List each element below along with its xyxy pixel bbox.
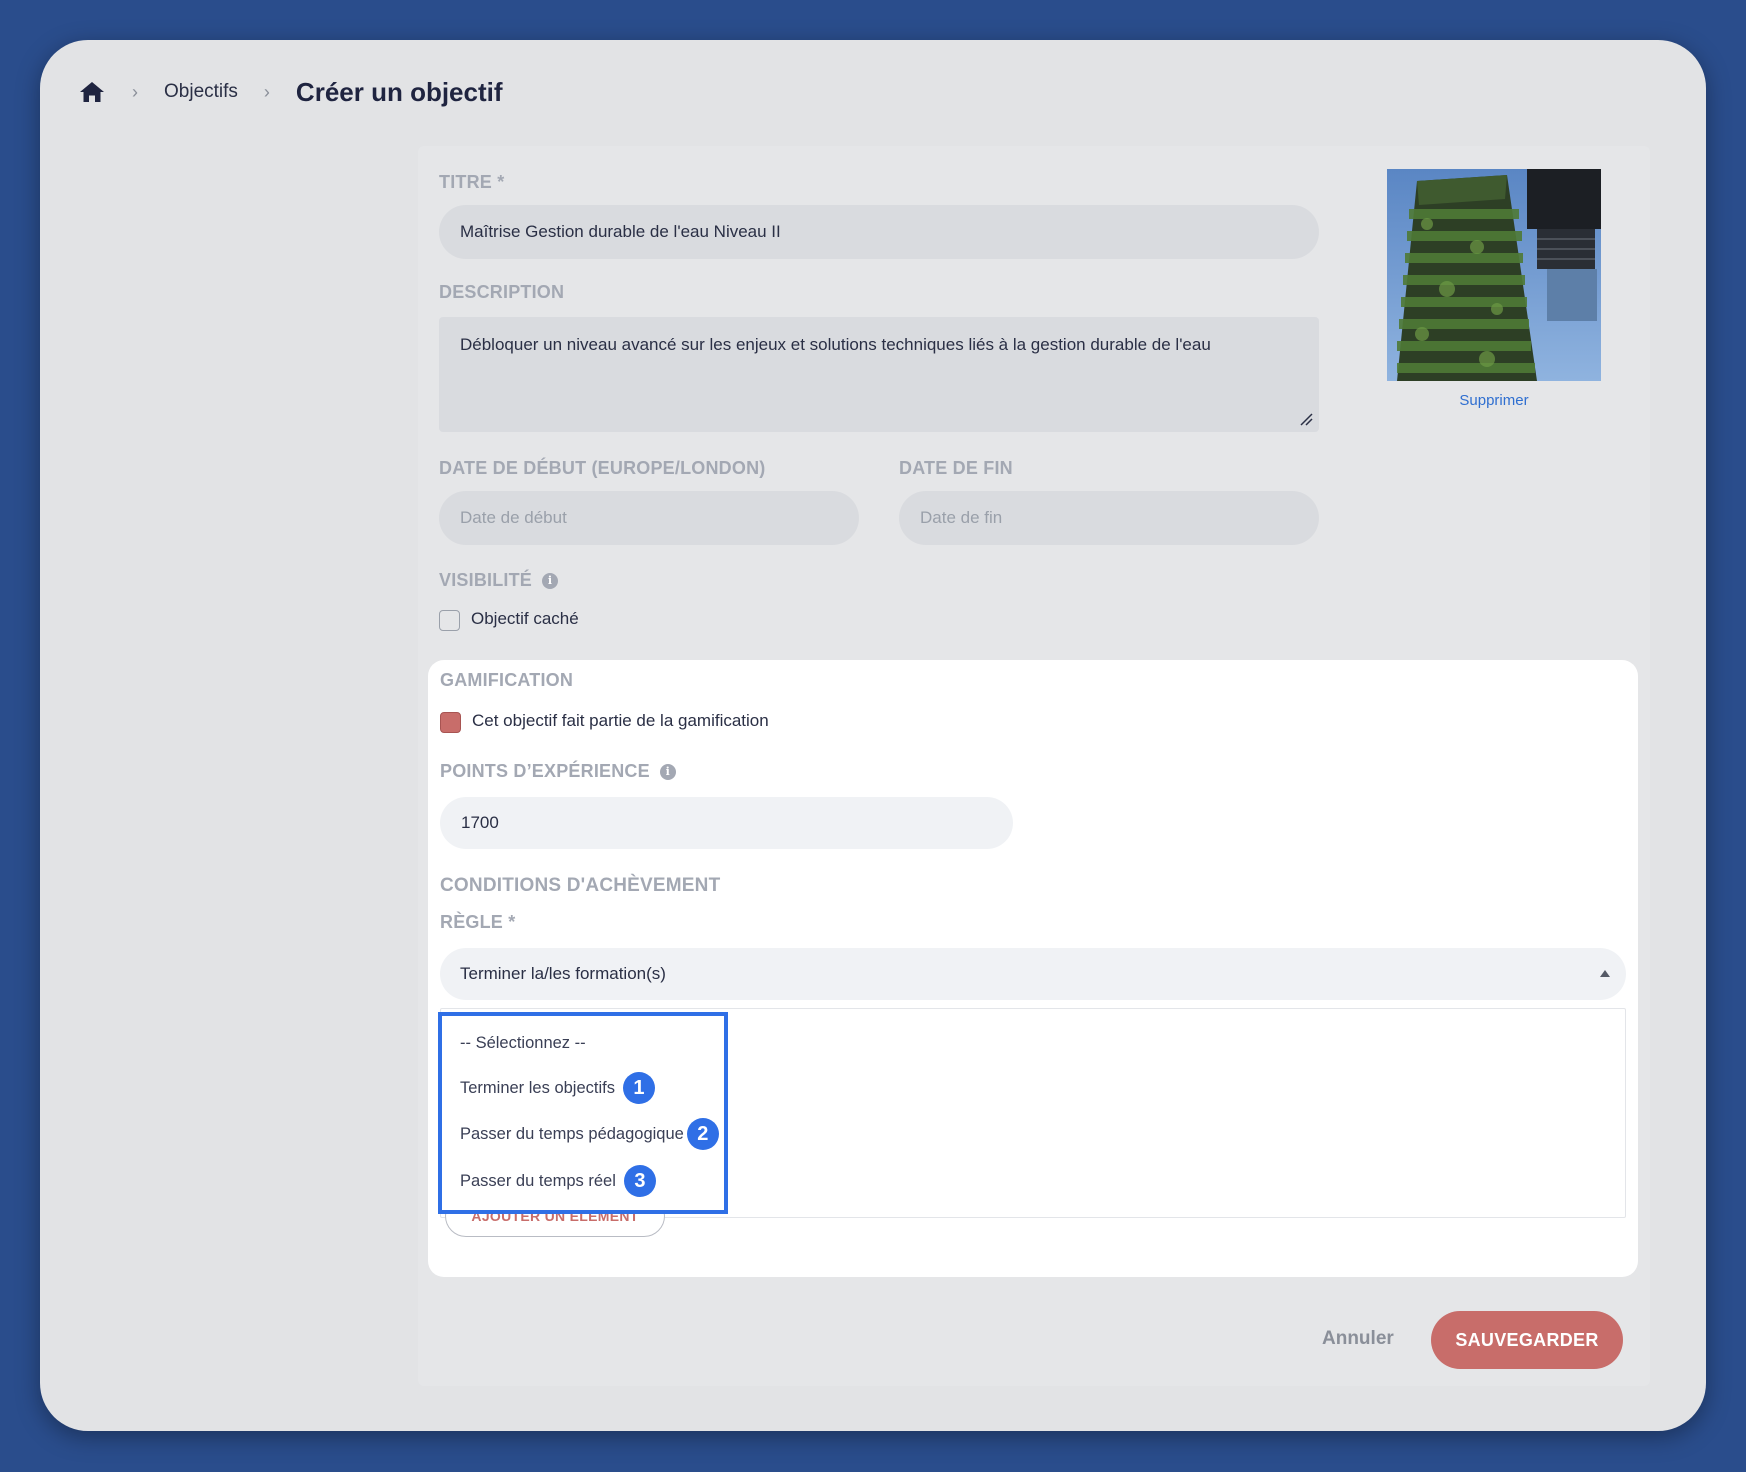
home-icon[interactable] bbox=[78, 78, 106, 106]
xp-label: POINTS D’EXPÉRIENCE i bbox=[440, 761, 676, 782]
option-temps-pedagogique[interactable]: Passer du temps pédagogique 2 bbox=[460, 1118, 719, 1150]
step-badge: 1 bbox=[622, 1072, 655, 1104]
hidden-objective-label: Objectif caché bbox=[471, 609, 579, 628]
end-date-label: DATE DE FIN bbox=[899, 458, 1013, 478]
start-date-input[interactable]: Date de début bbox=[439, 491, 859, 545]
info-icon[interactable]: i bbox=[659, 763, 676, 780]
description-text: Débloquer un niveau avancé sur les enjeu… bbox=[460, 335, 1211, 354]
cancel-button[interactable]: Annuler bbox=[1322, 1328, 1394, 1350]
resize-handle-icon[interactable] bbox=[1299, 412, 1313, 426]
delete-image-link[interactable]: Supprimer bbox=[1387, 392, 1601, 409]
rule-select[interactable]: Terminer la/les formation(s) bbox=[440, 948, 1626, 1000]
end-date-input[interactable]: Date de fin bbox=[899, 491, 1319, 545]
gamification-label: GAMIFICATION bbox=[440, 670, 574, 690]
breadcrumb-objectifs-link[interactable]: Objectifs bbox=[164, 81, 238, 103]
title-input[interactable]: Maîtrise Gestion durable de l'eau Niveau… bbox=[439, 205, 1319, 259]
visibility-label-text: VISIBILITÉ bbox=[439, 570, 533, 590]
hidden-objective-checkbox[interactable] bbox=[439, 610, 460, 631]
step-badge: 2 bbox=[686, 1118, 719, 1150]
conditions-label: CONDITIONS D'ACHÈVEMENT bbox=[440, 875, 721, 896]
option-terminer-objectifs[interactable]: Terminer les objectifs 1 bbox=[460, 1072, 655, 1104]
option-label: Passer du temps pédagogique bbox=[460, 1124, 684, 1143]
info-icon[interactable]: i bbox=[542, 572, 559, 589]
description-label: DESCRIPTION bbox=[439, 282, 565, 302]
rule-label: RÈGLE * bbox=[440, 912, 516, 932]
option-label: Terminer les objectifs bbox=[460, 1078, 615, 1097]
chevron-right-icon: › bbox=[263, 81, 270, 102]
step-badge: 3 bbox=[623, 1165, 656, 1197]
start-date-label: DATE DE DÉBUT (EUROPE/LONDON) bbox=[439, 458, 766, 478]
visibility-label: VISIBILITÉ i bbox=[439, 570, 559, 591]
rule-select-value: Terminer la/les formation(s) bbox=[460, 964, 666, 983]
save-button[interactable]: SAUVEGARDER bbox=[1431, 1311, 1623, 1369]
chevron-right-icon: › bbox=[132, 81, 138, 102]
breadcrumb: › Objectifs › Créer un objectif bbox=[78, 72, 503, 112]
xp-label-text: POINTS D’EXPÉRIENCE bbox=[440, 761, 650, 781]
option-label: Passer du temps réel bbox=[460, 1171, 616, 1190]
option-temps-reel[interactable]: Passer du temps réel 3 bbox=[460, 1165, 656, 1197]
page-title: Créer un objectif bbox=[295, 76, 503, 107]
option-select-placeholder[interactable]: -- Sélectionnez -- bbox=[460, 1034, 586, 1053]
caret-up-icon bbox=[1600, 970, 1610, 977]
title-label: TITRE * bbox=[439, 172, 505, 192]
dropdown-options-highlight: -- Sélectionnez -- Terminer les objectif… bbox=[438, 1012, 728, 1214]
gamification-checkbox-label: Cet objectif fait partie de la gamificat… bbox=[472, 711, 769, 730]
objective-image bbox=[1387, 169, 1601, 381]
description-textarea[interactable]: Débloquer un niveau avancé sur les enjeu… bbox=[439, 317, 1319, 432]
gamification-checkbox[interactable] bbox=[440, 712, 461, 733]
xp-input[interactable]: 1700 bbox=[440, 797, 1013, 849]
option-label: -- Sélectionnez -- bbox=[460, 1034, 586, 1052]
